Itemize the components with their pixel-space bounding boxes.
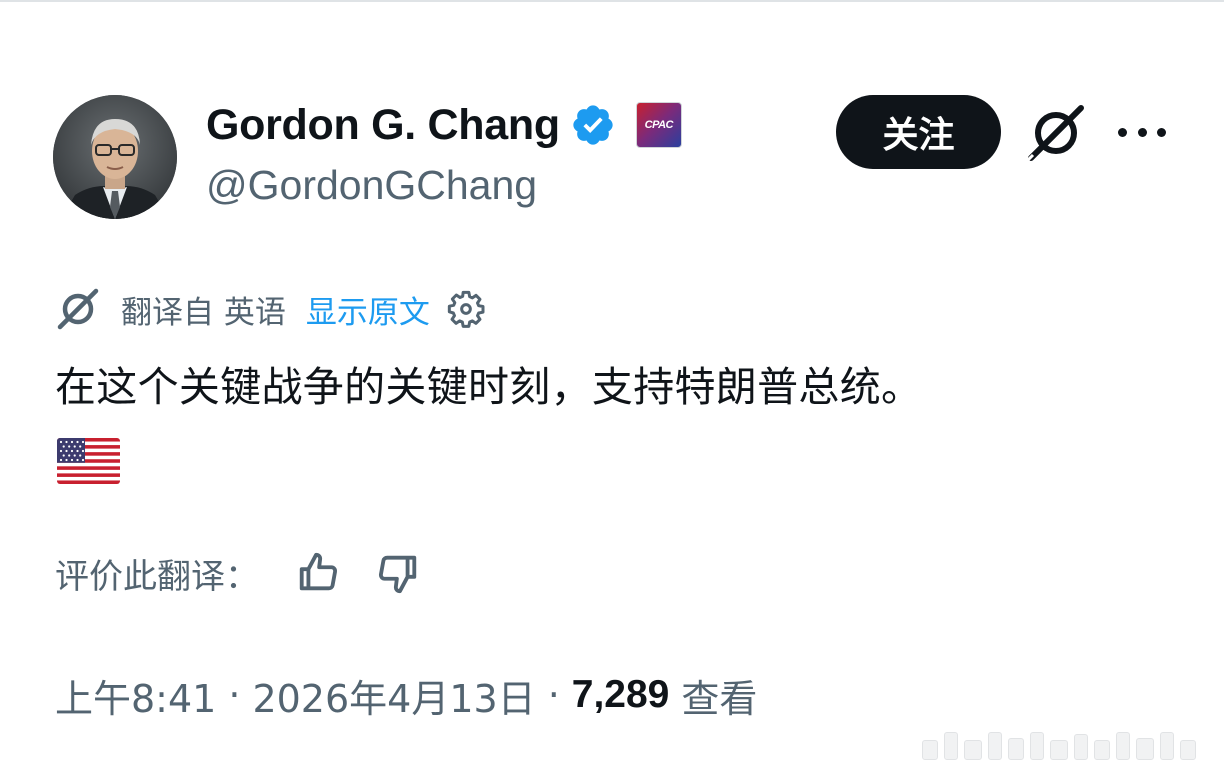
rate-translation-row: 评价此翻译： xyxy=(55,548,421,598)
watermark-glyph xyxy=(988,732,1002,760)
cpac-affiliate-badge[interactable]: CPAC xyxy=(635,102,682,148)
watermark-glyph xyxy=(1180,740,1196,760)
watermark-glyph xyxy=(964,740,982,760)
show-original-link[interactable]: 显示原文 xyxy=(306,287,430,332)
author-name-row: Gordon G. Chang CPAC xyxy=(206,98,682,152)
more-dot xyxy=(1118,127,1127,137)
thumbs-down-icon[interactable] xyxy=(375,550,421,596)
meta-separator: · xyxy=(547,673,560,717)
watermark-glyph xyxy=(1094,740,1110,760)
tweet-time[interactable]: 上午8:41 xyxy=(55,668,216,723)
rate-translation-label: 评价此翻译： xyxy=(55,556,259,597)
watermark-glyph xyxy=(1008,738,1024,760)
views-label: 查看 xyxy=(681,676,758,721)
us-flag-emoji xyxy=(57,438,120,484)
watermark-graphic xyxy=(922,730,1214,760)
follow-button[interactable]: 关注 xyxy=(836,95,1001,169)
grok-icon[interactable] xyxy=(1024,104,1087,164)
watermark-glyph xyxy=(1116,732,1130,760)
translated-from-label: 翻译自 英语 xyxy=(121,294,286,331)
watermark-glyph xyxy=(1050,740,1068,760)
watermark-glyph xyxy=(944,732,958,760)
grok-translate-icon xyxy=(55,286,101,332)
more-dot xyxy=(1157,127,1166,137)
translation-row: 翻译自 英语 显示原文 xyxy=(55,285,486,333)
verified-badge-icon xyxy=(570,102,616,148)
tweet-meta-row: 上午8:41 · 2026年4月13日 · 7,289 查看 xyxy=(55,668,757,722)
author-handle[interactable]: @GordonGChang xyxy=(206,162,537,209)
views-count: 7,289 xyxy=(571,673,670,716)
top-divider xyxy=(0,0,1224,2)
watermark-glyph xyxy=(922,740,938,760)
cpac-badge-text: CPAC xyxy=(644,119,674,131)
more-dot xyxy=(1137,127,1147,137)
watermark-glyph xyxy=(1030,732,1044,760)
more-options-icon[interactable] xyxy=(1118,118,1166,146)
tweet-date[interactable]: 2026年4月13日 xyxy=(252,668,535,723)
author-display-name[interactable]: Gordon G. Chang xyxy=(206,101,560,150)
tweet-text: 在这个关键战争的关键时刻，支持特朗普总统。 xyxy=(55,363,923,411)
thumbs-up-icon[interactable] xyxy=(295,550,341,596)
gear-icon[interactable] xyxy=(446,289,486,329)
watermark-glyph xyxy=(1160,732,1174,760)
meta-separator: · xyxy=(228,673,241,717)
watermark-glyph xyxy=(1074,734,1088,760)
avatar[interactable] xyxy=(53,95,177,219)
watermark-glyph xyxy=(1136,738,1154,760)
